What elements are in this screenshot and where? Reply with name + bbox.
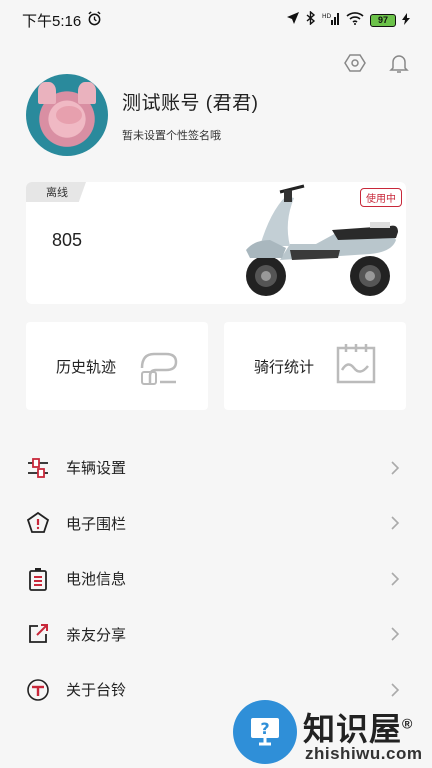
pentagon-fence-icon — [26, 511, 50, 535]
chevron-right-icon — [390, 571, 400, 587]
offline-status-tag: 离线 — [26, 182, 86, 202]
alarm-icon — [87, 10, 102, 30]
status-time: 下午5:16 — [22, 12, 82, 30]
charging-icon — [402, 12, 410, 29]
menu-label: 亲友分享 — [66, 626, 127, 644]
svg-text:?: ? — [260, 719, 269, 738]
menu-item-e-fence[interactable]: 电子围栏 — [0, 496, 432, 552]
avatar-ear-left — [38, 82, 56, 104]
profile-section[interactable]: 测试账号 (君君) 暂未设置个性签名哦 — [26, 74, 258, 156]
chevron-right-icon — [390, 682, 400, 698]
battery-icon — [26, 567, 50, 591]
svg-text:HD: HD — [322, 13, 332, 20]
vehicle-card[interactable]: 离线 805 使用中 — [26, 182, 406, 304]
tailg-logo-icon — [26, 678, 50, 702]
track-illustration-icon — [136, 342, 180, 391]
menu-label: 车辆设置 — [66, 460, 127, 478]
signature: 暂未设置个性签名哦 — [122, 129, 221, 142]
watermark-logo-icon: ? — [233, 700, 297, 764]
history-track-label: 历史轨迹 — [56, 358, 117, 376]
watermark-url: zhishiwu.com — [305, 744, 423, 763]
share-icon — [26, 622, 50, 646]
status-bar: 下午5:16 HD 97 — [0, 0, 432, 40]
in-use-badge: 使用中 — [360, 188, 402, 207]
location-icon — [286, 11, 300, 29]
avatar[interactable] — [26, 74, 108, 156]
battery-indicator: 97 — [370, 13, 396, 27]
menu-item-share[interactable]: 亲友分享 — [0, 607, 432, 663]
ride-stats-card[interactable]: 骑行统计 — [224, 322, 406, 410]
signal-icon: HD — [322, 12, 340, 29]
watermark: ? 知识屋® zhishiwu.com — [233, 700, 432, 768]
stats-illustration-icon — [334, 342, 378, 391]
history-track-card[interactable]: 历史轨迹 — [26, 322, 208, 410]
menu-label: 电池信息 — [66, 571, 127, 589]
menu-list: 车辆设置 电子围栏 电池信息 亲友分享 关于台铃 — [0, 440, 432, 718]
profile-text: 测试账号 (君君) 暂未设置个性签名哦 — [122, 88, 258, 143]
chevron-right-icon — [390, 626, 400, 642]
username: 测试账号 (君君) — [122, 92, 259, 114]
bluetooth-icon — [306, 10, 316, 29]
settings-hexagon-icon[interactable] — [344, 52, 366, 74]
vehicle-name: 805 — [52, 230, 83, 250]
header-actions — [344, 52, 410, 74]
sliders-icon — [26, 456, 50, 480]
menu-item-battery-info[interactable]: 电池信息 — [0, 551, 432, 607]
ride-stats-label: 骑行统计 — [254, 358, 315, 376]
menu-label: 关于台铃 — [66, 682, 127, 700]
menu-label: 电子围栏 — [66, 515, 127, 533]
avatar-ear-right — [78, 82, 96, 104]
wifi-icon — [346, 11, 364, 29]
avatar-snout — [56, 106, 82, 124]
chevron-right-icon — [390, 515, 400, 531]
menu-item-vehicle-settings[interactable]: 车辆设置 — [0, 440, 432, 496]
chevron-right-icon — [390, 460, 400, 476]
notification-bell-icon[interactable] — [388, 52, 410, 74]
